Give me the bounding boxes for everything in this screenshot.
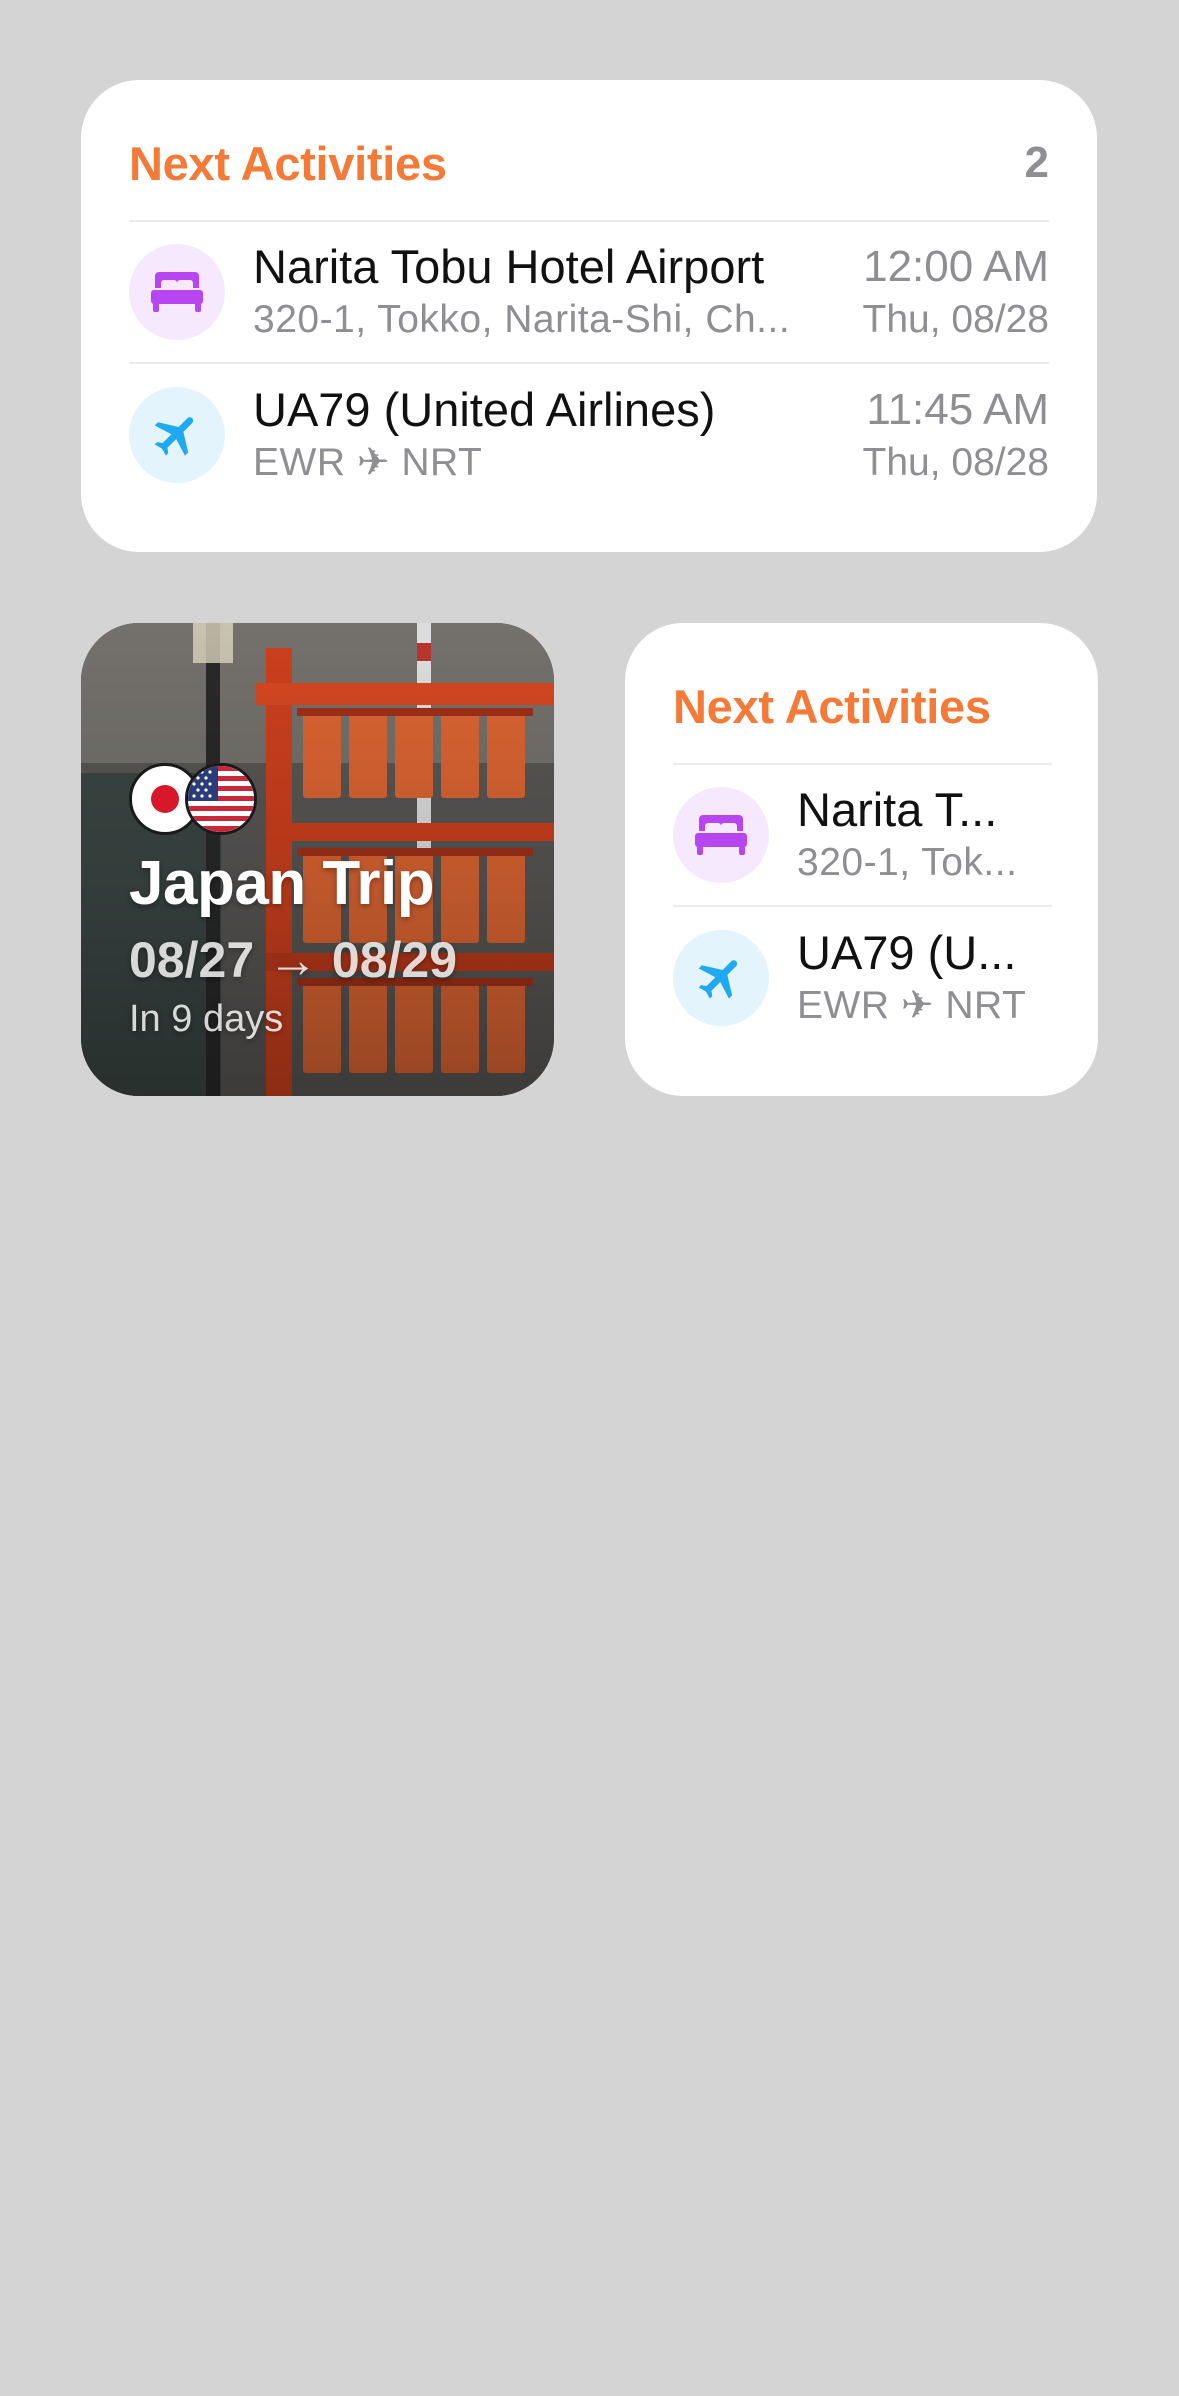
bed-icon — [129, 244, 225, 340]
next-activities-widget-small[interactable]: Next Activities Narita T... 320-1, Tok..… — [625, 623, 1098, 1096]
activity-row-hotel[interactable]: Narita T... 320-1, Tok... — [673, 765, 1052, 907]
airplane-icon — [673, 930, 769, 1026]
trip-countdown: In 9 days — [129, 998, 284, 1040]
activity-title: UA79 (United Airlines) — [253, 383, 716, 436]
airplane-icon — [129, 387, 225, 483]
next-activities-widget-large[interactable]: Next Activities 2 Narita Tobu Hotel Airp… — [81, 80, 1097, 552]
activity-time: 12:00 AM — [863, 242, 1049, 291]
activity-title: UA79 (U... — [797, 926, 1017, 979]
us-flag-icon — [185, 763, 257, 835]
activity-date: Thu, 08/28 — [862, 298, 1049, 341]
activity-subtitle: EWR ✈ NRT — [797, 984, 1027, 1027]
activity-subtitle: 320-1, Tokko, Narita-Shi, Ch... — [253, 298, 791, 341]
trip-dates: 08/27 → 08/29 — [129, 932, 458, 988]
widget-header: Next Activities 2 — [129, 136, 1049, 190]
bed-icon — [673, 787, 769, 883]
widget-title: Next Activities — [673, 679, 991, 733]
widget-header: Next Activities — [673, 679, 1052, 733]
activity-date: Thu, 08/28 — [862, 441, 1049, 484]
activity-list: Narita T... 320-1, Tok... UA79 (U... EWR… — [673, 763, 1052, 1049]
flags — [129, 763, 534, 839]
activity-count: 2 — [1024, 138, 1049, 187]
activity-subtitle: EWR ✈ NRT — [253, 441, 483, 484]
trip-title: Japan Trip — [129, 849, 435, 918]
activity-row-hotel[interactable]: Narita Tobu Hotel Airport 320-1, Tokko, … — [129, 222, 1049, 364]
widget-title: Next Activities — [129, 136, 447, 190]
activity-row-flight[interactable]: UA79 (United Airlines) EWR ✈ NRT 11:45 A… — [129, 364, 1049, 506]
trip-widget[interactable]: Japan Trip 08/27 → 08/29 In 9 days — [81, 623, 554, 1096]
activity-title: Narita Tobu Hotel Airport — [253, 240, 765, 293]
activity-time: 11:45 AM — [866, 385, 1049, 434]
activity-list: Narita Tobu Hotel Airport 320-1, Tokko, … — [129, 220, 1049, 506]
activity-subtitle: 320-1, Tok... — [797, 841, 1018, 884]
activity-title: Narita T... — [797, 783, 998, 836]
activity-row-flight[interactable]: UA79 (U... EWR ✈ NRT — [673, 907, 1052, 1049]
